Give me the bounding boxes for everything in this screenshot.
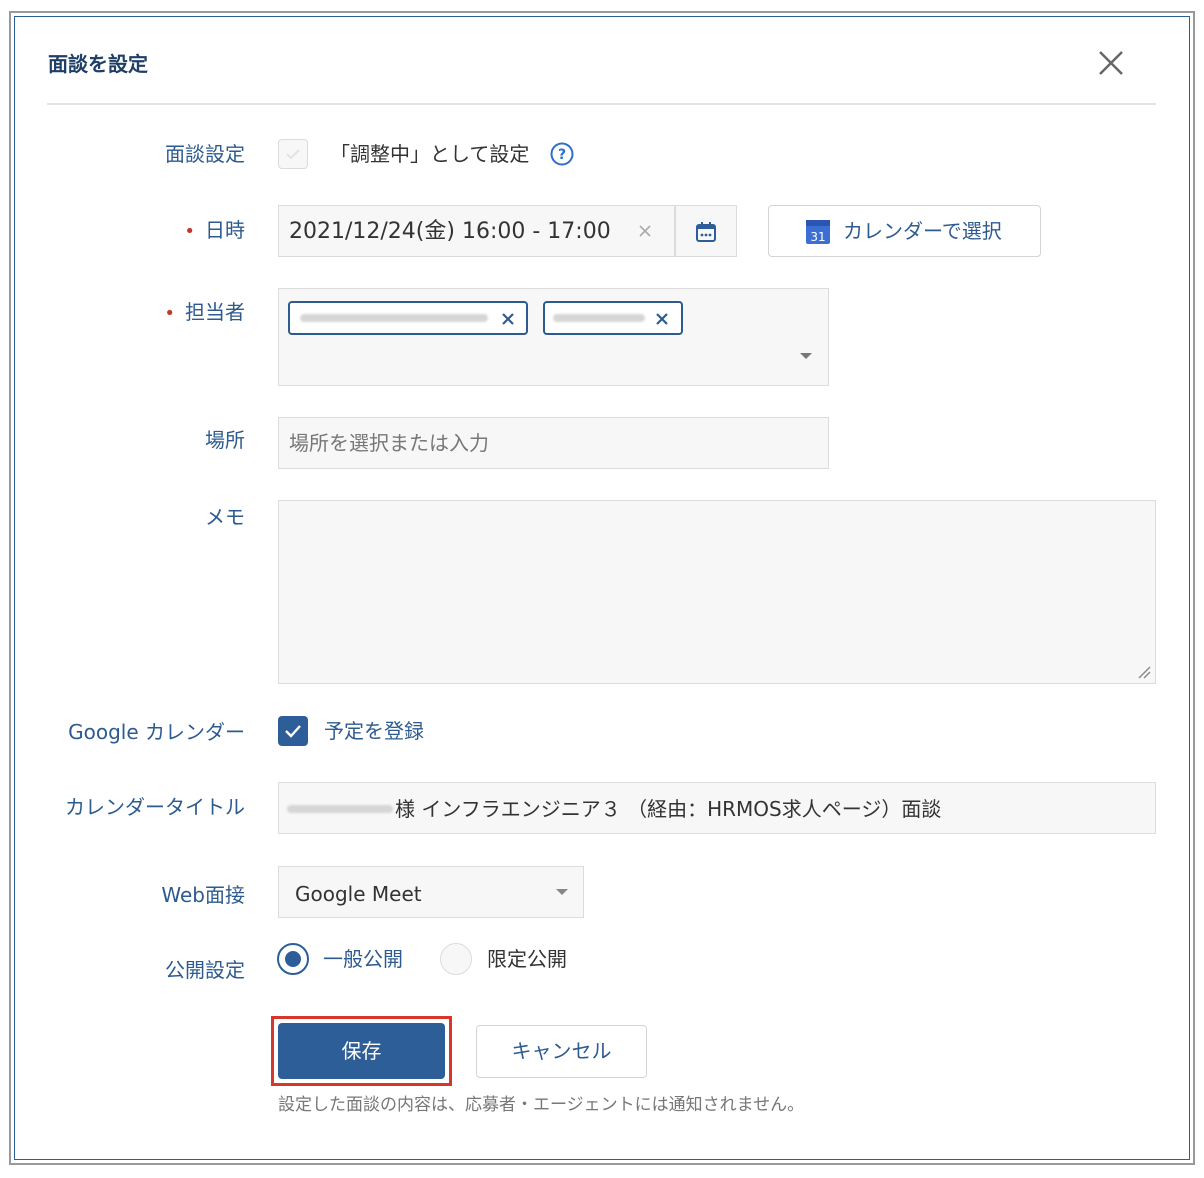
register-event-checkbox[interactable] — [278, 716, 308, 746]
assignee-tag — [543, 301, 683, 335]
visibility-label: 公開設定 — [165, 958, 245, 982]
location-input[interactable]: 場所を選択または入力 — [278, 417, 829, 469]
google-calendar-icon: 31 — [806, 220, 830, 244]
assignee-tag — [288, 301, 528, 335]
calendar-title-input[interactable]: 様 インフラエンジニア３ （経由：HRMOS求人ページ）面談 — [278, 782, 1156, 834]
close-button[interactable] — [1094, 46, 1128, 80]
assignee-label: • 担当者 — [164, 300, 245, 324]
dropdown-arrow-icon — [556, 889, 568, 895]
web-interview-select[interactable]: Google Meet — [278, 866, 584, 918]
clear-icon — [639, 225, 651, 237]
redacted-name — [300, 314, 488, 322]
pending-checkbox[interactable] — [278, 139, 308, 169]
calendar-title-label: カレンダータイトル — [65, 795, 245, 819]
svg-text:?: ? — [558, 147, 566, 163]
question-circle-icon: ? — [550, 142, 574, 166]
notice-text: 設定した面談の内容は、応募者・エージェントには通知されません。 — [278, 1095, 805, 1115]
datetime-picker-button[interactable] — [675, 205, 737, 257]
radio-dot — [285, 951, 301, 967]
svg-text:31: 31 — [810, 230, 825, 244]
radio-limited-label: 限定公開 — [487, 947, 567, 971]
memo-textarea[interactable] — [278, 500, 1156, 684]
location-placeholder: 場所を選択または入力 — [289, 431, 489, 455]
radio-public[interactable] — [277, 943, 309, 975]
google-calendar-label: Google カレンダー — [68, 720, 245, 744]
datetime-label: • 日時 — [184, 218, 245, 242]
location-label: 場所 — [205, 428, 245, 452]
select-from-calendar-button[interactable]: 31 カレンダーで選択 — [768, 205, 1041, 257]
web-interview-label: Web面接 — [161, 883, 245, 907]
dropdown-arrow-icon — [800, 353, 812, 359]
required-mark: • — [184, 221, 195, 242]
register-event-label: 予定を登録 — [324, 719, 424, 743]
required-mark: • — [164, 303, 175, 324]
assignee-select[interactable] — [278, 288, 829, 386]
radio-public-label: 一般公開 — [323, 947, 403, 971]
check-icon — [286, 149, 300, 160]
calendar-title-value: 様 インフラエンジニア３ （経由：HRMOS求人ページ）面談 — [395, 797, 942, 821]
resize-handle-icon — [1138, 666, 1151, 679]
web-interview-value: Google Meet — [295, 882, 422, 906]
redacted-name — [553, 314, 645, 322]
datetime-input[interactable]: 2021/12/24(金) 16:00 - 17:00 — [278, 205, 675, 257]
radio-limited[interactable] — [440, 943, 472, 975]
cancel-button[interactable]: キャンセル — [476, 1025, 647, 1078]
status-label: 面談設定 — [165, 142, 245, 166]
remove-tag-icon[interactable] — [654, 311, 670, 327]
check-icon — [285, 725, 301, 738]
remove-tag-icon[interactable] — [500, 311, 516, 327]
calendar-icon — [696, 222, 716, 242]
help-button[interactable]: ? — [550, 142, 574, 166]
dialog-title: 面談を設定 — [48, 52, 148, 76]
memo-label: メモ — [205, 505, 245, 529]
save-button[interactable]: 保存 — [278, 1023, 445, 1079]
close-icon — [1099, 51, 1123, 75]
datetime-value: 2021/12/24(金) 16:00 - 17:00 — [289, 219, 611, 244]
select-from-calendar-label: カレンダーで選択 — [843, 219, 1002, 243]
clear-datetime-button[interactable] — [635, 221, 655, 241]
pending-checkbox-label: 「調整中」として設定 — [330, 142, 530, 166]
header-divider — [47, 103, 1156, 105]
redacted-name — [287, 805, 393, 813]
